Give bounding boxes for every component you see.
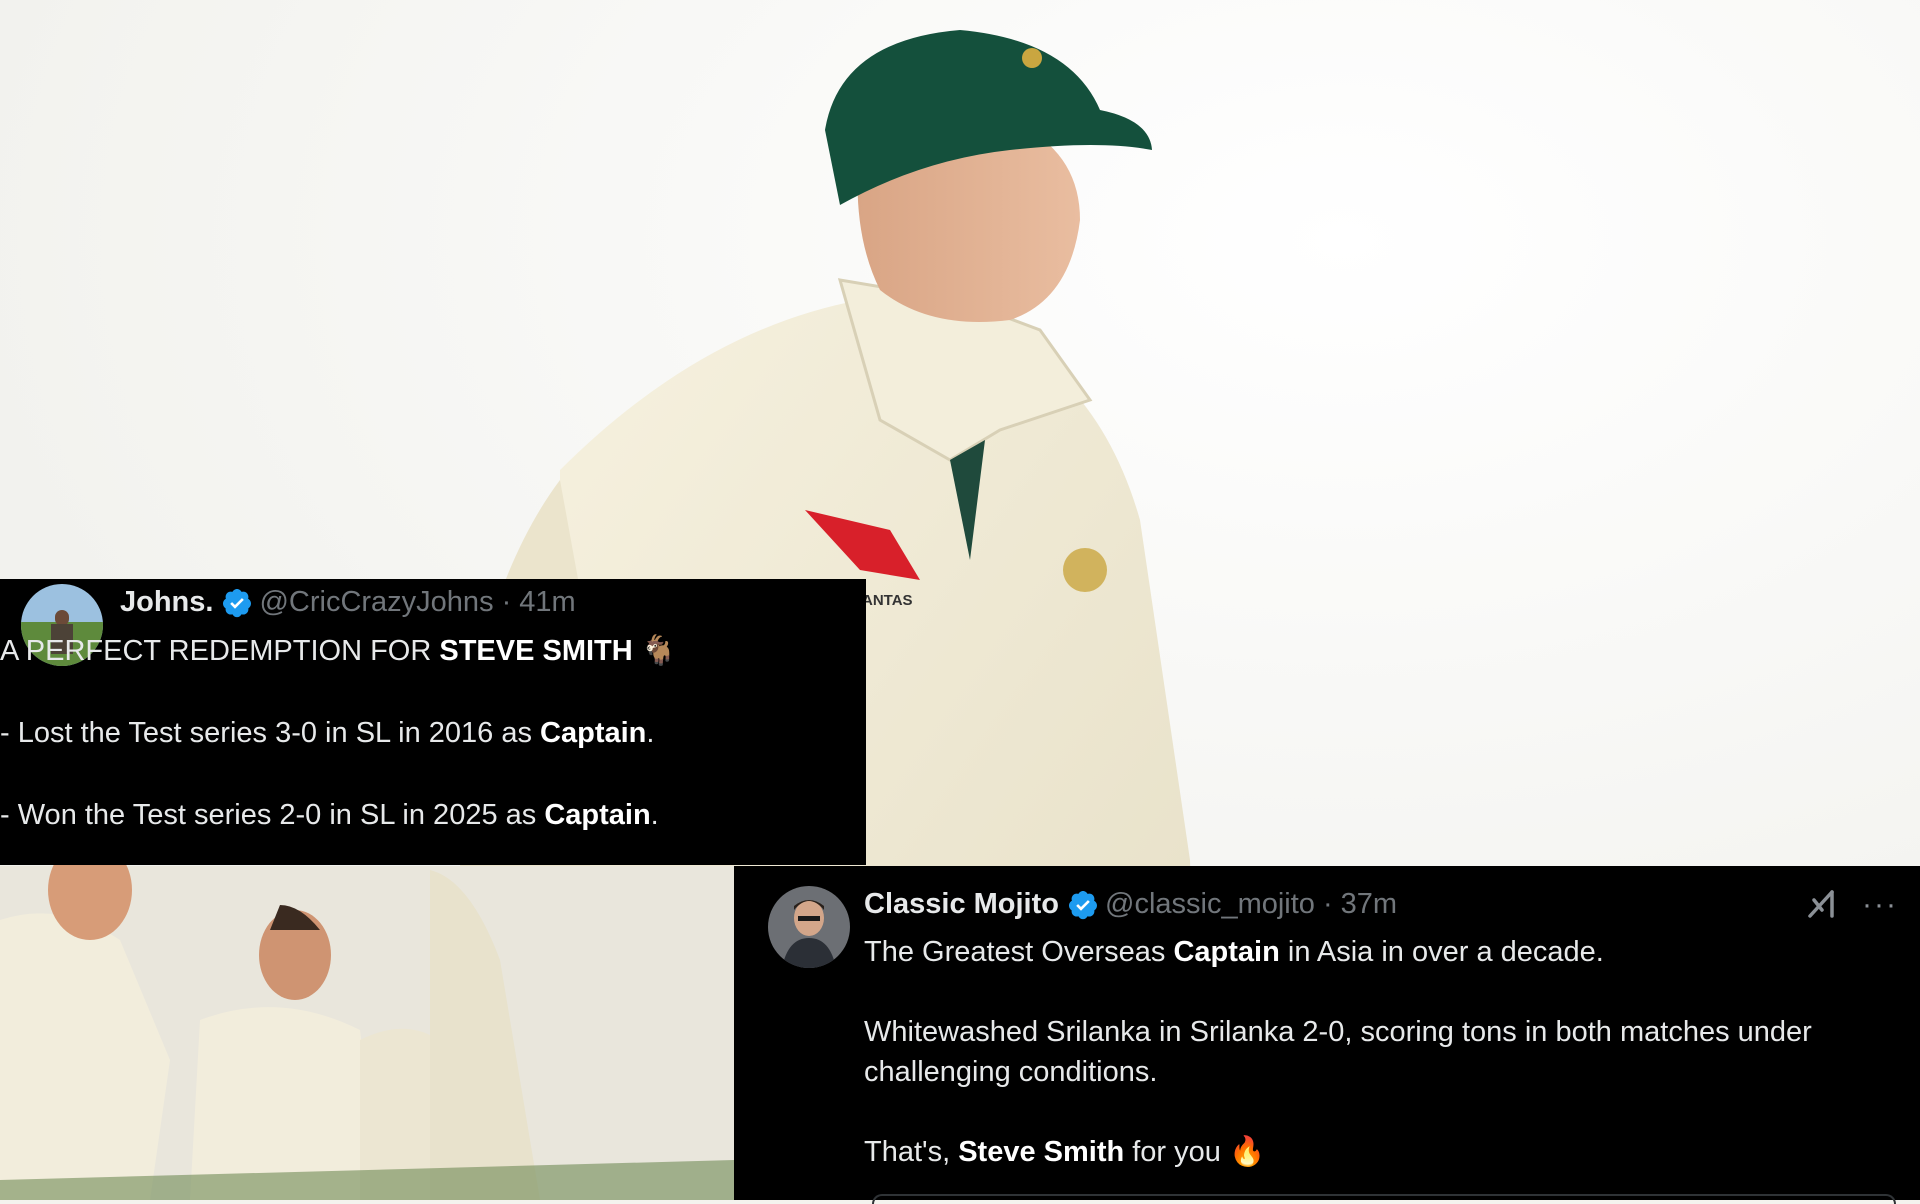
timestamp[interactable]: 37m	[1341, 888, 1397, 921]
tweet-text-line: - Won the Test series 2-0 in SL in 2025 …	[0, 799, 659, 831]
tweet-header-johns: Johns. @CricCrazyJohns · 41m	[120, 586, 576, 619]
grok-icon[interactable]	[1806, 886, 1840, 920]
separator-dot: ·	[501, 586, 512, 618]
user-handle[interactable]: @CricCrazyJohns	[259, 586, 493, 619]
verified-badge-icon	[1067, 889, 1099, 921]
verified-badge-icon	[221, 587, 253, 619]
more-options-icon[interactable]: ···	[1862, 888, 1898, 922]
embedded-card-edge	[872, 1194, 1896, 1204]
tweet-text-line: Whitewashed Srilanka in Srilanka 2-0, sc…	[864, 1016, 1812, 1048]
tweet-header-classic-mojito: Classic Mojito @classic_mojito · 37m	[864, 888, 1397, 921]
timestamp[interactable]: 41m	[519, 586, 575, 619]
tweet-text-line: That's, Steve Smith for you 🔥	[864, 1136, 1266, 1168]
separator-dot: ·	[1322, 888, 1333, 920]
display-name[interactable]: Johns.	[120, 586, 213, 619]
user-handle[interactable]: @classic_mojito	[1105, 888, 1315, 921]
tweet-text-line: - Lost the Test series 3-0 in SL in 2016…	[0, 717, 655, 749]
tweet-text-line: The Greatest Overseas Captain in Asia in…	[864, 936, 1604, 968]
display-name[interactable]: Classic Mojito	[864, 888, 1059, 921]
tweet-text-line: challenging conditions.	[864, 1056, 1158, 1088]
avatar-classic-mojito[interactable]	[768, 886, 850, 968]
svg-text:ANTAS: ANTAS	[862, 592, 913, 609]
tweet-text-line: A PERFECT REDEMPTION FOR STEVE SMITH 🐐	[0, 635, 677, 667]
